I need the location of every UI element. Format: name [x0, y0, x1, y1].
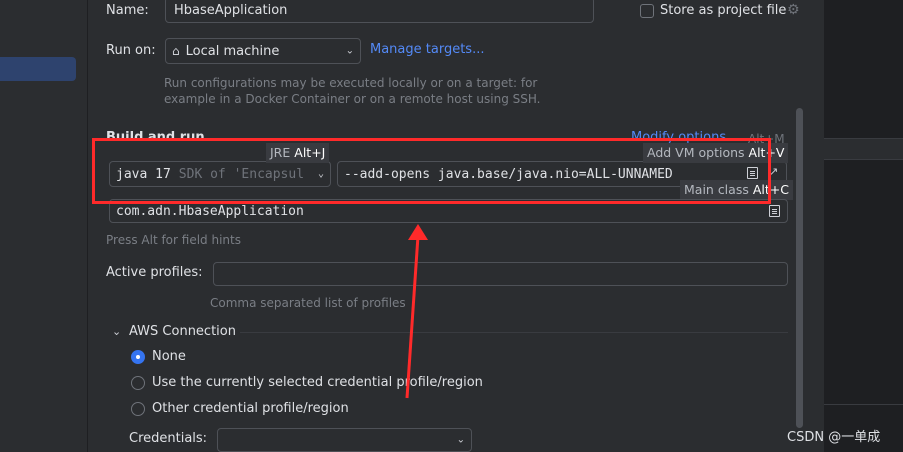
main-class-field[interactable]: com.adn.HbaseApplication	[109, 199, 788, 223]
jre-shortcut-hint: JRE Alt+J	[266, 143, 330, 163]
run-on-label: Run on:	[106, 43, 156, 58]
credentials-select[interactable]: ⌄	[217, 428, 472, 452]
background-highlight-band	[824, 138, 903, 160]
background-divider	[824, 404, 903, 405]
vertical-scrollbar[interactable]	[796, 108, 803, 428]
settings-gear-icon[interactable]: ⚙	[787, 2, 800, 18]
jre-hint-label: JRE	[270, 145, 291, 160]
credentials-label: Credentials:	[129, 431, 208, 446]
home-icon: ⌂	[172, 44, 180, 58]
expand-editor-icon[interactable]	[747, 167, 758, 179]
store-as-project-checkbox[interactable]	[640, 4, 654, 18]
section-divider	[240, 332, 788, 333]
vm-options-shortcut-hint: Add VM options Alt+V	[643, 143, 789, 163]
aws-connection-header: AWS Connection	[129, 324, 236, 339]
field-hints-text: Press Alt for field hints	[106, 233, 241, 247]
sdk-description: SDK of 'Encapsul	[178, 166, 305, 182]
browse-main-class-icon[interactable]	[769, 205, 780, 217]
aws-option-current-label: Use the currently selected credential pr…	[152, 375, 483, 390]
vm-hint-key: Alt+V	[748, 145, 785, 160]
chevron-down-icon: ⌄	[315, 168, 324, 180]
name-label: Name:	[106, 3, 149, 18]
aws-option-none-radio[interactable]	[131, 350, 145, 364]
name-field-value: HbaseApplication	[174, 2, 288, 18]
aws-option-other-radio[interactable]	[131, 402, 145, 416]
manage-targets-link[interactable]: Manage targets...	[370, 42, 484, 57]
collapse-chevron-icon[interactable]: ⌄	[112, 325, 121, 338]
name-field[interactable]: HbaseApplication	[165, 0, 594, 23]
aws-option-current-radio[interactable]	[131, 376, 145, 390]
main-class-value: com.adn.HbaseApplication	[116, 203, 304, 219]
active-profiles-field[interactable]	[213, 262, 788, 286]
aws-option-other-label: Other credential profile/region	[152, 401, 349, 416]
jre-hint-key: Alt+J	[294, 145, 326, 160]
main-class-hint-key: Alt+C	[752, 182, 789, 197]
vm-hint-label: Add VM options	[647, 145, 745, 160]
main-class-hint-label: Main class	[684, 182, 749, 197]
vm-options-value: --add-opens java.base/java.nio=ALL-UNNAM…	[344, 166, 673, 182]
run-on-value: Local machine	[185, 43, 280, 59]
chevron-down-icon: ⌄	[345, 45, 354, 57]
config-tree-selected-item[interactable]	[0, 57, 76, 81]
config-tree-panel	[0, 0, 88, 452]
active-profiles-label: Active profiles:	[106, 265, 203, 280]
expand-arrow-icon[interactable]: ↗	[769, 165, 778, 178]
store-as-project-label: Store as project file	[660, 3, 787, 18]
profiles-hint-text: Comma separated list of profiles	[210, 296, 406, 310]
watermark-text: CSDN @一单成	[787, 430, 881, 445]
run-on-hint-line-1: Run configurations may be executed local…	[164, 76, 538, 90]
main-class-shortcut-hint: Main class Alt+C	[680, 180, 793, 200]
chevron-down-icon: ⌄	[456, 434, 465, 446]
build-and-run-label: Build and run	[106, 130, 205, 145]
sdk-version: java 17	[116, 166, 171, 182]
right-panel-strip	[804, 0, 824, 452]
run-on-hint-line-2: example in a Docker Container or on a re…	[164, 92, 541, 106]
run-on-select[interactable]: ⌂ Local machine ⌄	[165, 38, 361, 64]
jre-select[interactable]: java 17 SDK of 'Encapsul ⌄	[109, 161, 331, 187]
aws-option-none-label: None	[152, 349, 186, 364]
